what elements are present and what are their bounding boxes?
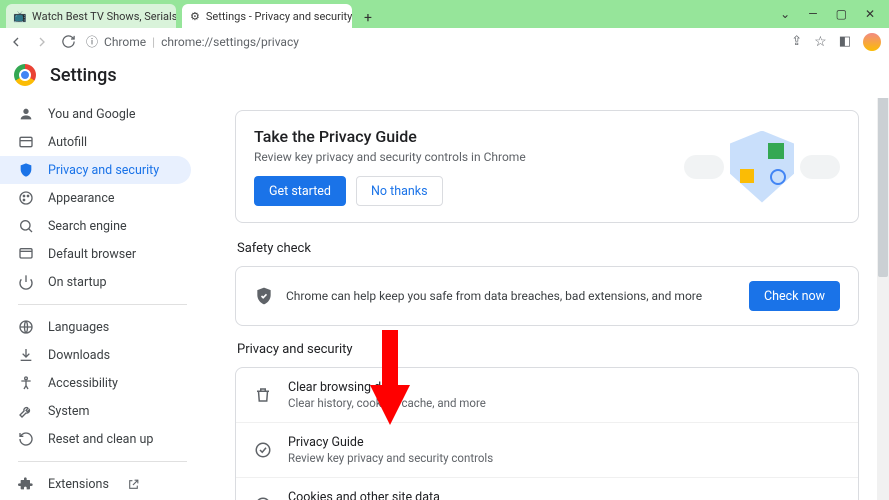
guide-subtitle: Review key privacy and security controls…	[254, 150, 526, 164]
gear-icon: ⚙	[190, 10, 200, 22]
sidebar-item-accessibility[interactable]: Accessibility	[0, 369, 191, 397]
sidebar-item-label: Downloads	[48, 348, 110, 363]
side-panel-icon[interactable]: ◧	[839, 34, 851, 49]
settings-header: Settings	[0, 52, 889, 98]
sidebar-item-label: On startup	[48, 275, 106, 290]
privacy-guide-card: Take the Privacy Guide Review key privac…	[235, 110, 859, 223]
maximize-icon[interactable]: ▢	[836, 7, 847, 21]
globe-icon	[18, 319, 34, 335]
sidebar-item-label: System	[48, 404, 89, 419]
guide-title: Take the Privacy Guide	[254, 127, 526, 146]
site-info-icon[interactable]: ⓘ	[86, 33, 98, 50]
cookies-row[interactable]: Cookies and other site data Third-party …	[236, 478, 858, 500]
sidebar-item-privacy-security[interactable]: Privacy and security	[0, 156, 191, 184]
cookie-icon	[254, 496, 272, 500]
sidebar-item-label: Autofill	[48, 135, 87, 150]
trash-icon	[254, 386, 272, 404]
download-icon	[18, 347, 34, 363]
privacy-guide-row[interactable]: Privacy Guide Review key privacy and sec…	[236, 423, 858, 478]
sidebar-item-label: Search engine	[48, 219, 127, 234]
sidebar-item-label: Extensions	[48, 477, 109, 492]
sidebar-item-autofill[interactable]: Autofill	[0, 128, 191, 156]
shield-icon	[18, 162, 34, 178]
no-thanks-button[interactable]: No thanks	[356, 176, 443, 206]
sidebar: You and Google Autofill Privacy and secu…	[0, 56, 205, 500]
address-label: Chrome	[104, 35, 146, 49]
person-icon	[18, 106, 34, 122]
scrollbar[interactable]	[877, 56, 889, 500]
sidebar-item-label: Default browser	[48, 247, 136, 262]
tab-title: Watch Best TV Shows, Serials, S	[32, 10, 176, 23]
address-url: chrome://settings/privacy	[161, 35, 299, 49]
sidebar-item-search-engine[interactable]: Search engine	[0, 212, 191, 240]
window-controls: ⌄ — ▢ ✕	[780, 0, 883, 28]
clear-browsing-data-row[interactable]: Clear browsing data Clear history, cooki…	[236, 368, 858, 423]
safety-check-card: Chrome can help keep you safe from data …	[235, 266, 859, 326]
sidebar-item-label: Reset and clean up	[48, 432, 153, 447]
browser-tab-0[interactable]: 📺 Watch Best TV Shows, Serials, S ✕	[6, 4, 176, 28]
sidebar-item-default-browser[interactable]: Default browser	[0, 240, 191, 268]
sidebar-item-label: Appearance	[48, 191, 115, 206]
search-icon	[18, 218, 34, 234]
forward-button[interactable]	[34, 34, 50, 50]
main-content: Search settings Take the Privacy Guide R…	[205, 56, 889, 500]
new-tab-button[interactable]: +	[358, 8, 378, 28]
page-title: Settings	[50, 65, 117, 86]
safety-message: Chrome can help keep you safe from data …	[286, 289, 702, 303]
share-icon[interactable]: ⇪	[791, 34, 802, 49]
sidebar-item-reset[interactable]: Reset and clean up	[0, 425, 191, 453]
sidebar-item-system[interactable]: System	[0, 397, 191, 425]
verified-shield-icon	[254, 286, 274, 306]
sidebar-item-label: Accessibility	[48, 376, 118, 391]
palette-icon	[18, 190, 34, 206]
bookmark-icon[interactable]: ☆	[814, 34, 827, 50]
sidebar-item-label: Languages	[48, 320, 109, 335]
external-link-icon	[127, 478, 143, 491]
chrome-logo-icon	[14, 64, 36, 86]
shield-illustration-icon	[730, 131, 794, 203]
autofill-icon	[18, 134, 34, 150]
close-window-icon[interactable]: ✕	[865, 7, 875, 21]
minimize-icon[interactable]: —	[808, 7, 817, 21]
checklist-icon	[254, 441, 272, 459]
browser-titlebar: 📺 Watch Best TV Shows, Serials, S ✕ ⚙ Se…	[0, 0, 889, 28]
sidebar-item-languages[interactable]: Languages	[0, 313, 191, 341]
sidebar-item-you-and-google[interactable]: You and Google	[0, 100, 191, 128]
reload-button[interactable]	[60, 34, 76, 50]
address-bar[interactable]: ⓘ Chrome | chrome://settings/privacy	[86, 33, 299, 50]
row-title: Cookies and other site data	[288, 490, 543, 500]
divider	[18, 461, 187, 462]
restore-icon	[18, 431, 34, 447]
profile-avatar[interactable]	[863, 33, 881, 51]
guide-illustration	[684, 131, 840, 203]
check-now-button[interactable]: Check now	[749, 281, 840, 311]
puzzle-icon	[18, 476, 34, 492]
sidebar-item-label: Privacy and security	[48, 163, 159, 178]
sidebar-item-on-startup[interactable]: On startup	[0, 268, 191, 296]
get-started-button[interactable]: Get started	[254, 176, 346, 206]
row-subtitle: Review key privacy and security controls	[288, 451, 493, 465]
tab-title: Settings - Privacy and security	[206, 10, 352, 23]
sidebar-item-label: You and Google	[48, 107, 136, 122]
wrench-icon	[18, 403, 34, 419]
browser-tab-1[interactable]: ⚙ Settings - Privacy and security ✕	[182, 4, 352, 28]
safety-check-heading: Safety check	[237, 241, 859, 256]
sidebar-item-appearance[interactable]: Appearance	[0, 184, 191, 212]
back-button[interactable]	[8, 34, 24, 50]
row-subtitle: Clear history, cookies, cache, and more	[288, 396, 486, 410]
tv-icon: 📺	[14, 10, 26, 22]
privacy-security-heading: Privacy and security	[237, 342, 859, 357]
sidebar-item-extensions[interactable]: Extensions	[0, 470, 191, 498]
chevron-down-icon[interactable]: ⌄	[780, 7, 790, 21]
row-title: Privacy Guide	[288, 435, 493, 450]
browser-icon	[18, 246, 34, 262]
divider	[18, 304, 187, 305]
accessibility-icon	[18, 375, 34, 391]
row-title: Clear browsing data	[288, 380, 486, 395]
privacy-list-card: Clear browsing data Clear history, cooki…	[235, 367, 859, 500]
power-icon	[18, 274, 34, 290]
sidebar-item-downloads[interactable]: Downloads	[0, 341, 191, 369]
